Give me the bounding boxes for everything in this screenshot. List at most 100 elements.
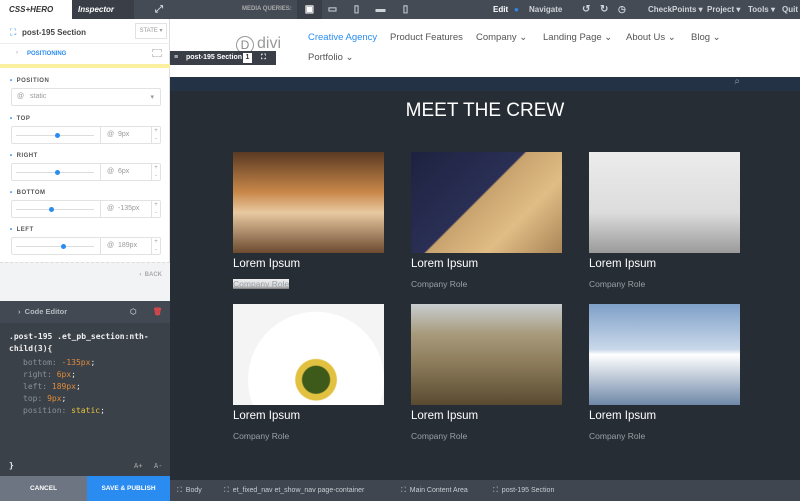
tablet-landscape-mq-icon[interactable]: ▬ xyxy=(368,0,393,19)
top-slider[interactable] xyxy=(16,133,94,138)
nav-creative-agency[interactable]: Creative Agency xyxy=(308,32,377,43)
font-decrease-button[interactable]: A- xyxy=(154,462,162,470)
cancel-button[interactable]: CANCEL xyxy=(0,476,87,501)
nav-landing-page[interactable]: Landing Page ⌄ xyxy=(543,32,612,43)
slider-knob[interactable] xyxy=(55,170,60,175)
code-selector-cont: child(3){ xyxy=(9,344,53,353)
search-icon[interactable]: ⌕ xyxy=(734,76,740,87)
team-photo xyxy=(233,304,384,405)
nav-company[interactable]: Company ⌄ xyxy=(476,32,527,43)
team-photo xyxy=(233,152,384,253)
member-role: Company Role xyxy=(233,279,290,289)
element-badge[interactable]: ≡ post-195 Section 1 ⛶ xyxy=(170,51,276,65)
left-label: LEFT xyxy=(10,227,34,233)
laptop-mq-icon[interactable]: ▭ xyxy=(320,0,345,19)
code-line: bottom: -135px; xyxy=(23,358,96,367)
expand-icon[interactable]: ⤢ xyxy=(155,0,163,19)
phone-mq-icon[interactable]: ▯ xyxy=(393,0,418,19)
tab-inspector[interactable]: Inspector xyxy=(72,0,134,19)
team-photo xyxy=(411,304,562,405)
left-stepper[interactable]: + - xyxy=(151,238,160,254)
top-stepper[interactable]: + - xyxy=(151,127,160,143)
right-slider[interactable] xyxy=(16,170,94,175)
section-strip: ⌕ xyxy=(170,76,800,91)
code-line: position: static; xyxy=(23,406,105,415)
team-photo xyxy=(589,304,740,405)
cube-icon[interactable]: ⬡ xyxy=(130,301,137,323)
mode-toggle[interactable]: ● xyxy=(514,0,519,19)
state-dropdown[interactable]: STATE ▾ xyxy=(135,23,167,39)
menu-checkpoints[interactable]: CheckPoints ▾ xyxy=(648,0,703,19)
tablet-mq-icon[interactable]: ▯ xyxy=(344,0,369,19)
top-input[interactable]: @ 9px xyxy=(100,127,150,143)
left-input[interactable]: @ 189px xyxy=(100,238,150,254)
slider-knob[interactable] xyxy=(49,207,54,212)
left-control: @ 189px + - xyxy=(11,237,161,255)
back-button[interactable]: ‹ BACK xyxy=(139,272,162,278)
desktop-mq-icon[interactable]: ▣ xyxy=(297,0,322,19)
right-control: @ 6px + - xyxy=(11,163,161,181)
breadcrumb-main-content[interactable]: ⛶ Main Content Area xyxy=(401,480,468,501)
nav-product-features[interactable]: Product Features xyxy=(390,32,463,43)
save-publish-button[interactable]: SAVE & PUBLISH xyxy=(87,476,170,501)
undo-icon[interactable]: ↺ xyxy=(582,0,590,19)
trash-icon[interactable]: 🗑 xyxy=(153,301,163,323)
hamburger-icon[interactable]: ≡ xyxy=(174,51,178,65)
breadcrumb: ⛶ Body ⛶ et_fixed_nav et_show_nav page-c… xyxy=(170,480,800,501)
top-toolbar: CSS+HERO Inspector ⤢ MEDIA QUERIES: ▣ ▭ … xyxy=(0,0,800,19)
right-stepper[interactable]: + - xyxy=(151,164,160,180)
right-input[interactable]: @ 6px xyxy=(100,164,150,180)
select-element-icon[interactable]: ⛶ xyxy=(10,27,16,38)
menu-project[interactable]: Project ▾ xyxy=(707,0,740,19)
site-header: D divi Creative Agency Product Features … xyxy=(170,19,800,77)
code-editor[interactable]: › Code Editor ⬡ 🗑 .post-195 .et_pb_secti… xyxy=(0,301,170,476)
member-name: Lorem Ipsum xyxy=(411,258,479,270)
menu-tools[interactable]: Tools ▾ xyxy=(748,0,775,19)
code-line: left: 189px; xyxy=(23,382,81,391)
slider-knob[interactable] xyxy=(61,244,66,249)
bottom-control: @ -135px + - xyxy=(11,200,161,218)
select-parent-icon[interactable]: ⛶ xyxy=(261,51,266,65)
positioning-group[interactable]: › POSITIONING xyxy=(0,43,170,63)
code-editor-header: › Code Editor ⬡ 🗑 xyxy=(0,301,170,323)
nav-portfolio[interactable]: Portfolio ⌄ xyxy=(308,52,353,63)
edit-mode[interactable]: Edit xyxy=(493,0,508,19)
team-photo xyxy=(589,152,740,253)
slider-knob[interactable] xyxy=(55,133,60,138)
top-control: @ 9px + - xyxy=(11,126,161,144)
position-select[interactable]: @ static ▾ xyxy=(11,88,161,106)
bottom-slider[interactable] xyxy=(16,207,94,212)
inspector-panel: ⛶ post-195 Section STATE ▾ › POSITIONING… xyxy=(0,19,170,301)
nav-about-us[interactable]: About Us ⌄ xyxy=(626,32,676,43)
left-slider[interactable] xyxy=(16,244,94,249)
code-editor-title: Code Editor xyxy=(24,307,68,316)
nav-blog[interactable]: Blog ⌄ xyxy=(691,32,721,43)
member-name: Lorem Ipsum xyxy=(589,258,657,270)
media-queries-label: MEDIA QUERIES: xyxy=(242,6,292,12)
code-line: top: 9px; xyxy=(23,394,67,403)
member-role: Company Role xyxy=(411,431,468,441)
navigate-mode[interactable]: Navigate xyxy=(529,0,562,19)
panel-footer: ‹ BACK xyxy=(0,262,170,301)
right-label: RIGHT xyxy=(10,153,38,159)
code-line: right: 6px; xyxy=(23,370,76,379)
bottom-stepper[interactable]: + - xyxy=(151,201,160,217)
tab-css-hero[interactable]: CSS+HERO xyxy=(0,0,72,19)
font-increase-button[interactable]: A+ xyxy=(134,462,142,470)
team-photo xyxy=(411,152,562,253)
breadcrumb-body[interactable]: ⛶ Body xyxy=(177,480,202,501)
box-icon xyxy=(152,49,162,57)
code-selector: .post-195 .et_pb_section:nth- xyxy=(9,332,149,341)
member-role: Company Role xyxy=(411,279,468,289)
redo-icon[interactable]: ↻ xyxy=(600,0,608,19)
bottom-input[interactable]: @ -135px xyxy=(100,201,150,217)
member-role: Company Role xyxy=(233,431,290,441)
history-icon[interactable]: ◷ xyxy=(618,0,626,19)
section-heading: MEET THE CREW xyxy=(405,100,565,121)
menu-quit[interactable]: Quit xyxy=(782,0,798,19)
breadcrumb-post-section[interactable]: ⛶ post-195 Section xyxy=(493,480,554,501)
member-name: Lorem Ipsum xyxy=(411,410,479,422)
member-name: Lorem Ipsum xyxy=(233,410,301,422)
member-name: Lorem Ipsum xyxy=(589,410,657,422)
breadcrumb-page-container[interactable]: ⛶ et_fixed_nav et_show_nav page-containe… xyxy=(224,480,364,501)
